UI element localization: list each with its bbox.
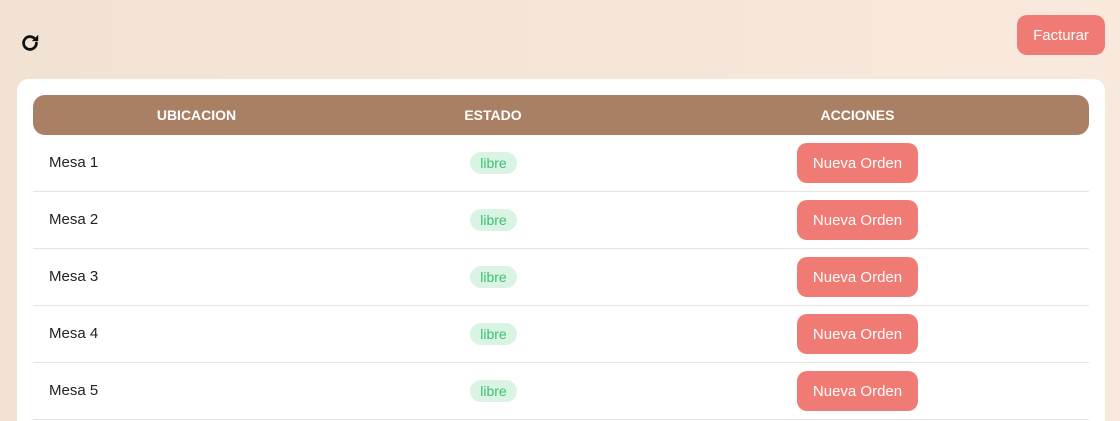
table-row: Mesa 3 libre Nueva Orden [33,249,1089,306]
status-badge: libre [470,323,517,345]
new-order-button[interactable]: Nueva Orden [797,257,918,297]
column-header-estado: ESTADO [464,107,522,123]
column-header-ubicacion: UBICACION [156,107,237,123]
table-body: Mesa 1 libre Nueva Orden Mesa 2 libre Nu… [33,135,1089,420]
column-header-acciones: ACCIONES [820,107,895,123]
location-cell: Mesa 3 [49,268,99,285]
location-cell: Mesa 2 [49,211,99,228]
table-row: Mesa 4 libre Nueva Orden [33,306,1089,363]
facturar-button[interactable]: Facturar [1017,15,1105,55]
status-badge: libre [470,209,517,231]
tables-card: UBICACION ESTADO ACCIONES Mesa 1 libre N… [17,79,1105,421]
location-cell: Mesa 4 [49,325,99,342]
table-row: Mesa 5 libre Nueva Orden [33,363,1089,420]
location-cell: Mesa 5 [49,382,99,399]
table-header: UBICACION ESTADO ACCIONES [33,95,1089,135]
status-badge: libre [470,266,517,288]
new-order-button[interactable]: Nueva Orden [797,314,918,354]
location-cell: Mesa 1 [49,154,99,171]
status-badge: libre [470,380,517,402]
table-row: Mesa 1 libre Nueva Orden [33,135,1089,192]
table-row: Mesa 2 libre Nueva Orden [33,192,1089,249]
new-order-button[interactable]: Nueva Orden [797,143,918,183]
status-badge: libre [470,152,517,174]
refresh-icon[interactable] [18,31,42,55]
new-order-button[interactable]: Nueva Orden [797,200,918,240]
new-order-button[interactable]: Nueva Orden [797,371,918,411]
